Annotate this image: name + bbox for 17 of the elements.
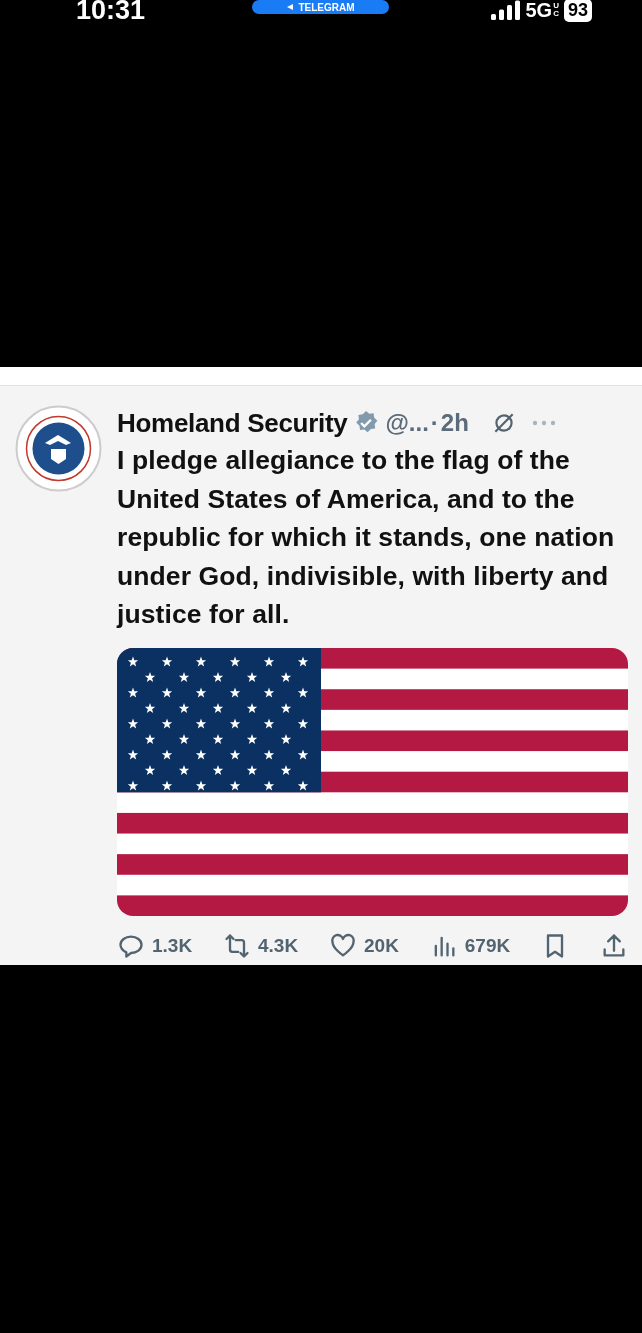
author-name[interactable]: Homeland Security — [117, 407, 348, 439]
network-sub-label: U C — [553, 2, 559, 18]
repost-icon — [223, 931, 251, 960]
post-time: 2h — [440, 409, 469, 437]
author-handle[interactable]: @... — [385, 409, 429, 437]
views-button[interactable]: 679K — [429, 931, 511, 960]
battery-level: 93 — [563, 0, 592, 22]
separator-dot: · — [430, 409, 439, 437]
network-label: 5G — [525, 0, 553, 22]
clock-time: 10:31 — [76, 0, 146, 24]
reply-button[interactable]: 1.3K — [117, 931, 193, 960]
signal-icon — [490, 0, 521, 20]
like-button[interactable]: 20K — [329, 931, 399, 960]
repost-button[interactable]: 4.3K — [223, 931, 299, 960]
post-text: I pledge allegiance to the flag of the United States of America, and to the republic for which it stands, one nation under God, indivisible, with liberty and justice for all. — [117, 444, 616, 631]
back-to-app-button[interactable]: TELEGRAM — [252, 0, 389, 14]
back-arrow-icon — [286, 3, 295, 11]
